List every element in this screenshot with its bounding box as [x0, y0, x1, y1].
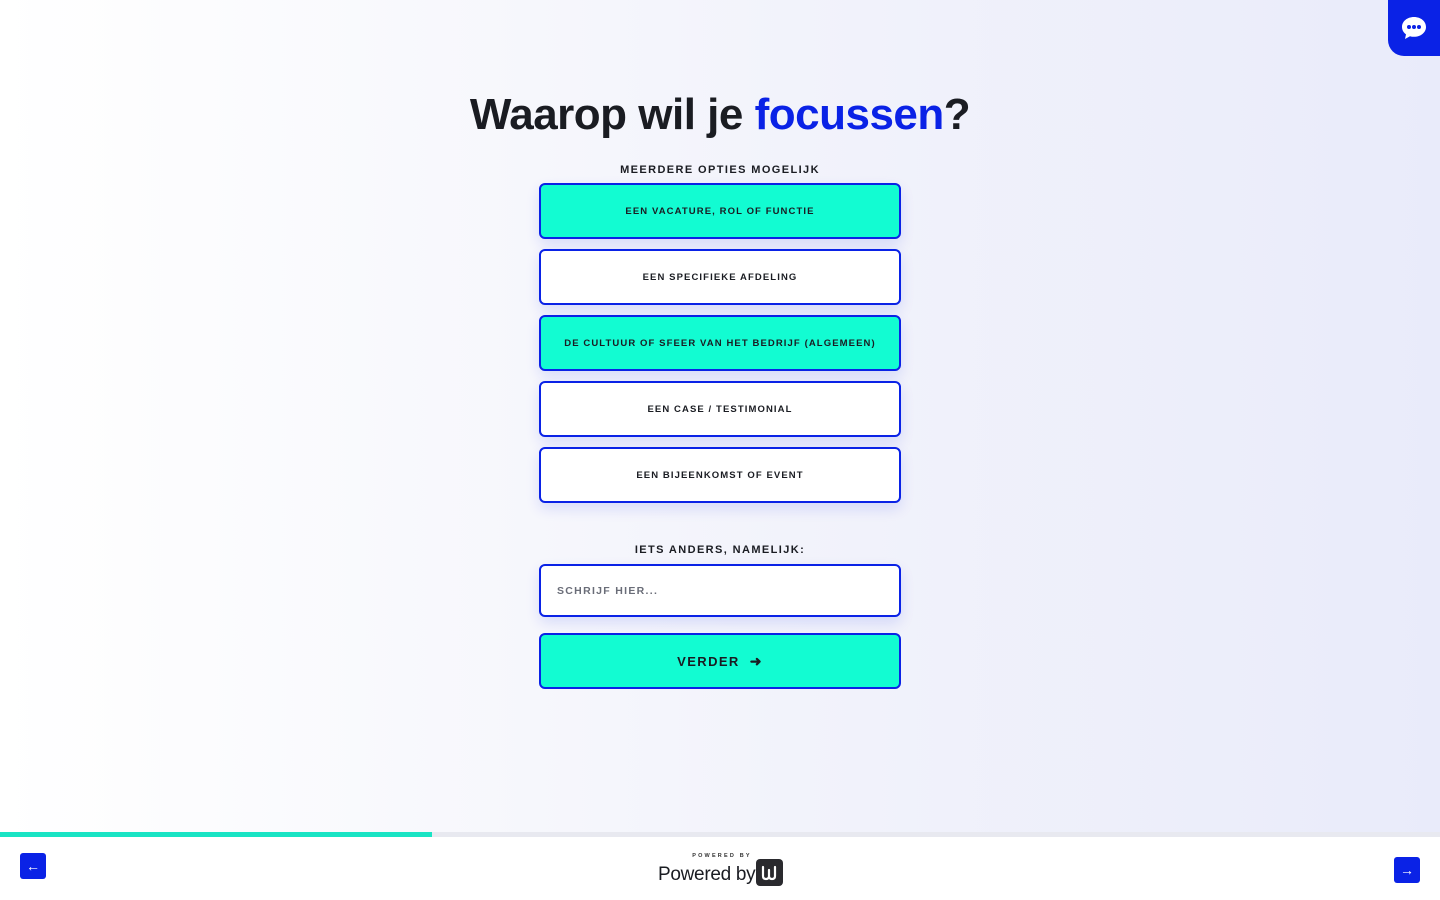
next-page-button[interactable]: → [1394, 857, 1420, 883]
option-case[interactable]: EEN CASE / TESTIMONIAL [539, 381, 901, 437]
option-label: EEN CASE / TESTIMONIAL [647, 403, 793, 415]
option-label: EEN SPECIFIEKE AFDELING [642, 271, 798, 283]
question-panel: Waarop wil je focussen? MEERDERE OPTIES … [0, 0, 1440, 689]
title-accent: focussen [754, 90, 945, 139]
arrow-right-icon: ➜ [749, 652, 763, 669]
option-afdeling[interactable]: EEN SPECIFIEKE AFDELING [539, 249, 901, 305]
previous-button[interactable]: ← [20, 853, 46, 879]
question-title: Waarop wil je focussen? [469, 88, 971, 142]
option-cultuur[interactable]: DE CULTUUR OF SFEER VAN HET BEDRIJF (ALG… [539, 315, 901, 371]
option-bijeenkomst[interactable]: EEN BIJEENKOMST OF EVENT [539, 447, 901, 503]
other-label: IETS ANDERS, NAMELIJK: [634, 544, 806, 556]
arrow-left-icon: ← [26, 858, 40, 874]
footer: ← POWERED BY Powered by → [0, 837, 1440, 900]
brand-logo-icon [756, 859, 783, 886]
title-prefix: Waarop wil je [469, 90, 755, 139]
powered-by-text: Powered by [658, 864, 756, 885]
options-list: EEN VACATURE, ROL OF FUNCTIE EEN SPECIFI… [539, 183, 901, 503]
option-label: EEN BIJEENKOMST OF EVENT [636, 469, 804, 481]
title-suffix: ? [943, 90, 971, 139]
next-button[interactable]: VERDER ➜ [539, 633, 901, 689]
option-vacature[interactable]: EEN VACATURE, ROL OF FUNCTIE [539, 183, 901, 239]
powered-by-badge[interactable]: POWERED BY Powered by [658, 851, 784, 891]
option-label: DE CULTUUR OF SFEER VAN HET BEDRIJF (ALG… [564, 337, 876, 349]
next-button-label: VERDER [677, 653, 740, 669]
option-label: EEN VACATURE, ROL OF FUNCTIE [625, 205, 815, 217]
arrow-right-icon: → [1400, 862, 1414, 878]
question-subtitle: MEERDERE OPTIES MOGELIJK [620, 164, 820, 176]
powered-by-small-text: POWERED BY [692, 853, 752, 859]
other-input[interactable] [539, 564, 901, 617]
